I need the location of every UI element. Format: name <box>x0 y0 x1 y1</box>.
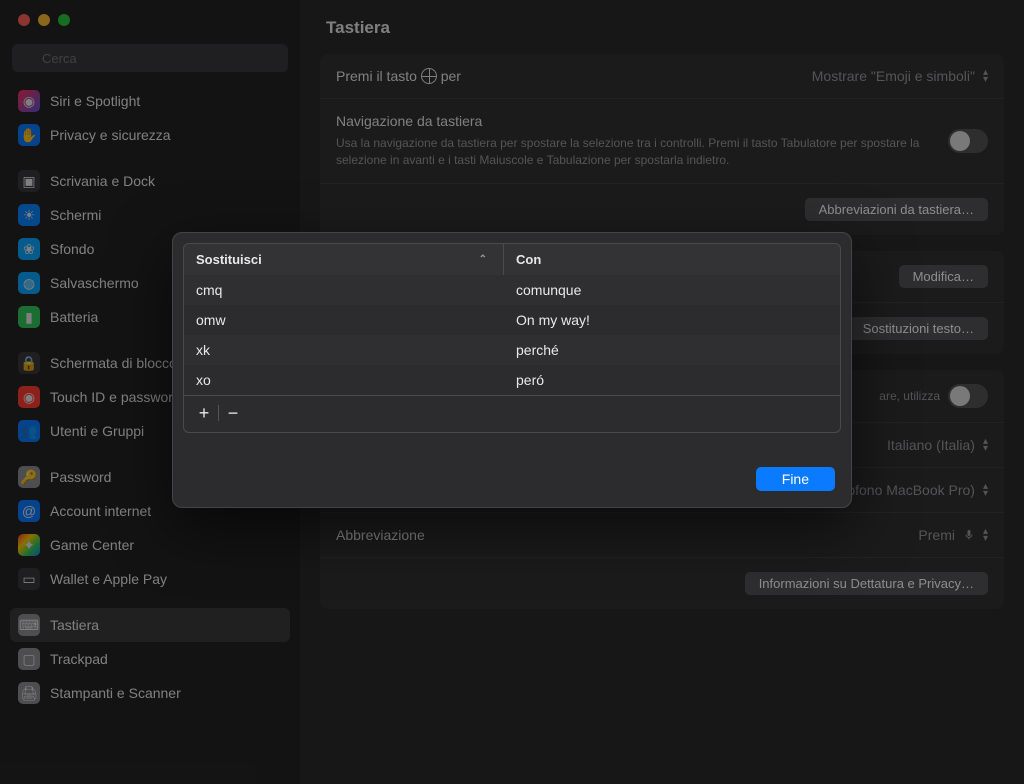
table-row[interactable]: xkperché <box>184 335 840 365</box>
dialog-footer: Fine <box>173 443 851 507</box>
table-row[interactable]: xoperó <box>184 365 840 395</box>
cell-with: perché <box>504 335 840 365</box>
chevron-up-icon: ⌃ <box>479 254 491 265</box>
cell-with: peró <box>504 365 840 395</box>
column-header-replace[interactable]: Sostituisci ⌃ <box>184 244 504 275</box>
column-header-replace-label: Sostituisci <box>196 252 262 267</box>
table-header: Sostituisci ⌃ Con <box>184 244 840 275</box>
add-row-button[interactable]: + <box>192 402 216 424</box>
cell-with: comunque <box>504 275 840 305</box>
cell-replace: xk <box>184 335 504 365</box>
done-button[interactable]: Fine <box>756 467 835 491</box>
cell-with: On my way! <box>504 305 840 335</box>
column-header-with[interactable]: Con <box>504 244 840 275</box>
cell-replace: cmq <box>184 275 504 305</box>
replacements-table: Sostituisci ⌃ Con cmqcomunqueomwOn my wa… <box>183 243 841 433</box>
table-toolbar: + − <box>184 395 840 432</box>
cell-replace: xo <box>184 365 504 395</box>
modal-overlay: Sostituisci ⌃ Con cmqcomunqueomwOn my wa… <box>0 0 1024 784</box>
text-replacements-dialog: Sostituisci ⌃ Con cmqcomunqueomwOn my wa… <box>172 232 852 508</box>
column-header-with-label: Con <box>516 252 541 267</box>
table-body: cmqcomunqueomwOn my way!xkperchéxoperó <box>184 275 840 395</box>
remove-row-button[interactable]: − <box>221 402 245 424</box>
toolbar-divider <box>218 405 219 421</box>
table-row[interactable]: cmqcomunque <box>184 275 840 305</box>
table-row[interactable]: omwOn my way! <box>184 305 840 335</box>
cell-replace: omw <box>184 305 504 335</box>
